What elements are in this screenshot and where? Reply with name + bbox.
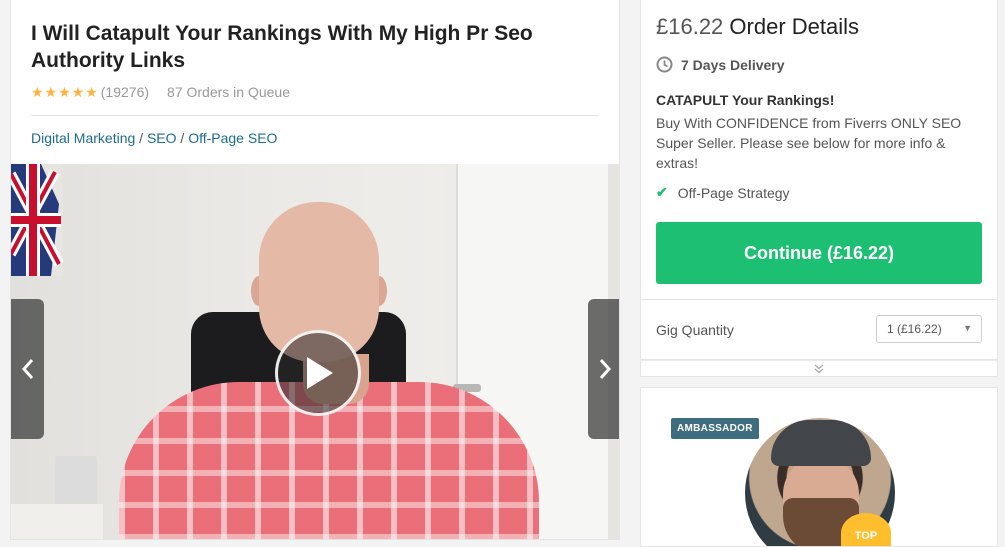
avatar-cap (771, 420, 871, 466)
checkmark-icon: ✔ (656, 184, 668, 200)
continue-button[interactable]: Continue (£16.22) (656, 222, 982, 284)
feature-label: Off-Page Strategy (677, 184, 790, 201)
delivery-time: 7 Days Delivery (656, 56, 785, 73)
gig-quantity-select[interactable]: 1 (£16.22) ▼ (876, 315, 982, 343)
top-rated-badge: TOP (841, 513, 891, 546)
divider (31, 115, 599, 116)
play-button[interactable] (275, 330, 361, 416)
gallery-next-button[interactable] (588, 299, 619, 439)
order-details-heading: Order Details (729, 14, 860, 39)
breadcrumb-separator: / (139, 130, 144, 146)
package-title: CATAPULT Your Rankings! (656, 92, 835, 108)
chevron-right-icon (599, 359, 611, 379)
breadcrumb: Digital Marketing / SEO / Off-Page SEO (31, 130, 277, 146)
gallery-prev-button[interactable] (11, 299, 44, 439)
package-feature: ✔ Off-Page Strategy (656, 184, 790, 201)
video-wall-object (55, 456, 97, 508)
ambassador-badge: AMBASSADOR (671, 418, 759, 439)
breadcrumb-off-page-seo[interactable]: Off-Page SEO (188, 130, 277, 146)
clock-icon (656, 56, 673, 73)
star-rating: ★★★★★ (31, 83, 99, 100)
gig-quantity-value: 1 (£16.22) (887, 322, 942, 336)
play-icon (307, 357, 333, 389)
order-price: £16.22 (656, 14, 724, 39)
uk-flag-image (11, 164, 63, 276)
expand-toggle[interactable] (640, 360, 998, 377)
orders-in-queue: 87 Orders in Queue (167, 84, 290, 100)
rating-count[interactable]: (19276) (101, 84, 149, 100)
package-description: Buy With CONFIDENCE from Fiverrs ONLY SE… (656, 115, 962, 171)
double-chevron-down-icon (814, 363, 824, 373)
breadcrumb-separator: / (180, 130, 185, 146)
gig-panel: I Will Catapult Your Rankings With My Hi… (10, 0, 620, 540)
breadcrumb-digital-marketing[interactable]: Digital Marketing (31, 130, 135, 146)
rating-row: ★★★★★ (19276) 87 Orders in Queue (31, 82, 290, 102)
order-details-panel: £16.22 Order Details 7 Days Delivery CAT… (640, 0, 998, 360)
gig-quantity-label: Gig Quantity (656, 322, 734, 338)
caret-down-icon: ▼ (963, 323, 972, 333)
seller-card: AMBASSADOR TOP (640, 387, 998, 547)
order-header: £16.22 Order Details (656, 14, 859, 40)
chevron-left-icon (21, 359, 33, 379)
breadcrumb-seo[interactable]: SEO (147, 130, 177, 146)
divider (641, 299, 997, 300)
gig-title: I Will Catapult Your Rankings With My Hi… (31, 22, 533, 72)
gig-video[interactable] (11, 164, 619, 539)
delivery-label: 7 Days Delivery (681, 56, 785, 73)
video-desk (11, 504, 103, 539)
